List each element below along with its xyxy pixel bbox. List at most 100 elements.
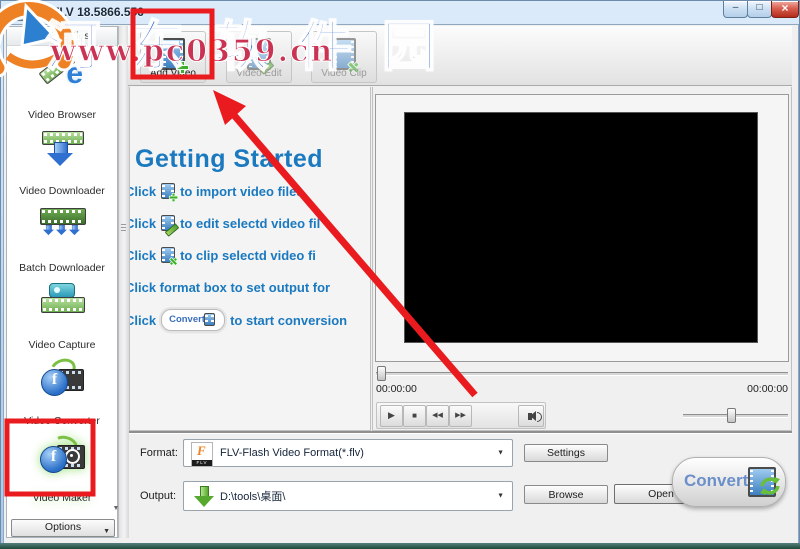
stop-button[interactable]: ■	[403, 405, 426, 427]
flv-format-icon: F FLV	[191, 442, 213, 467]
video-capture-icon	[38, 283, 86, 329]
convert-pill: Convert	[161, 309, 226, 331]
play-button[interactable]: ▶	[380, 405, 403, 427]
sidebar-item-label: Video Converter	[24, 415, 100, 427]
sidebar-item-video-downloader[interactable]: Video Downloader	[7, 129, 117, 199]
sidebar-item-label: Video Downloader	[19, 185, 105, 197]
getting-started-step: Click format box to set output for	[129, 280, 331, 295]
title-bar[interactable]: GetFLV 18.5866.556 – □ ×	[0, 0, 800, 24]
stop-icon: ■	[412, 411, 417, 420]
step-text: Click	[130, 313, 157, 328]
edit-video-icon	[161, 215, 180, 237]
elapsed-time: 00:00:00	[376, 383, 417, 395]
sidebar-item-label: Video Browser	[27, 109, 97, 121]
sidebar-item-batch-downloader[interactable]: Batch Downloader	[7, 206, 117, 276]
format-label: Format:	[140, 447, 178, 459]
clip-video-icon	[161, 247, 176, 263]
sidebar-item-video-maker[interactable]: Video Maker	[7, 432, 117, 506]
maximize-button[interactable]: □	[747, 1, 772, 18]
convert-label: Convert	[684, 471, 749, 490]
getting-started-step: Click to edit selectd video fil	[130, 215, 321, 237]
browse-button[interactable]: Browse	[524, 485, 608, 504]
chevron-down-icon: ▼	[103, 528, 110, 535]
video-browser-icon: e	[38, 51, 86, 99]
flv-icon-text: FLV	[192, 460, 212, 466]
video-clip-button[interactable]: Video Clip	[311, 31, 377, 83]
settings-button[interactable]: Settings	[524, 444, 608, 462]
sidebar-item-video-converter[interactable]: Video Converter	[7, 355, 117, 429]
step-text: Click	[130, 216, 157, 231]
seek-thumb[interactable]	[377, 366, 386, 381]
add-video-label: Add Video	[150, 68, 196, 79]
maximize-icon: □	[756, 2, 763, 13]
toolbar: Add Video Video Edit Video Clip	[128, 26, 792, 86]
video-maker-icon	[38, 432, 86, 482]
add-video-icon	[161, 38, 188, 73]
sidebar-splitter[interactable]	[118, 26, 129, 538]
window-bottom-frame	[0, 543, 800, 549]
video-display	[404, 112, 758, 343]
add-video-button[interactable]: Add Video	[140, 31, 206, 83]
seek-bar[interactable]	[376, 372, 788, 376]
minimize-button[interactable]: –	[723, 1, 748, 18]
step-text: Click format box to set output for	[129, 280, 331, 295]
getting-started-step: Click to clip selectd video fi	[130, 247, 316, 263]
close-button[interactable]: ×	[771, 1, 799, 18]
step-text: to import video files	[180, 184, 304, 199]
convert-film-icon	[204, 313, 216, 326]
output-folder-icon	[194, 486, 214, 508]
playback-controls: ▶ ■ ◀◀ ▶▶	[376, 402, 546, 429]
step-text: Click	[130, 248, 157, 263]
import-video-icon	[161, 183, 178, 202]
bottom-separator	[129, 431, 792, 434]
getting-started-step: Click Convert to start conversion	[130, 309, 348, 331]
window-title: GetFLV 18.5866.556	[32, 5, 144, 19]
sidebar-item-label: Video Capture	[28, 339, 96, 351]
output-label: Output:	[140, 490, 177, 502]
video-converter-icon	[38, 355, 86, 405]
getting-started-panel: Getting Started Click to import video fil…	[129, 87, 371, 431]
sidebar: FLV Utilities e Video Browser Video Down…	[6, 26, 119, 538]
convert-button[interactable]: Convert	[672, 457, 786, 507]
sidebar-item-video-browser[interactable]: e Video Browser	[7, 51, 117, 123]
volume-thumb[interactable]	[727, 408, 736, 423]
sidebar-item-video-capture[interactable]: Video Capture	[7, 283, 117, 353]
sidebar-item-label: Video Maker	[32, 492, 92, 504]
step-text: to edit selectd video fil	[180, 216, 321, 231]
mute-button[interactable]	[518, 405, 544, 427]
next-button[interactable]: ▶▶	[449, 405, 472, 427]
format-value: FLV-Flash Video Format(*.flv)	[220, 447, 364, 459]
batch-downloader-icon	[38, 206, 86, 252]
getting-started-title: Getting Started	[135, 145, 324, 173]
flv-f-glyph: F	[197, 443, 206, 458]
close-icon: ×	[781, 1, 789, 15]
output-dropdown[interactable]: D:\tools\桌面\ ▼	[183, 481, 513, 511]
video-edit-icon	[247, 38, 275, 75]
video-edit-label: Video Edit	[236, 68, 282, 79]
previous-icon: ◀◀	[432, 412, 443, 419]
speaker-icon	[528, 411, 542, 422]
play-icon: ▶	[388, 410, 395, 420]
convert-pill-label: Convert	[169, 314, 205, 325]
step-text: Click	[130, 184, 157, 199]
getting-started-step: Click to import video files	[130, 183, 304, 202]
options-label: Options	[44, 521, 82, 533]
step-text: to start conversion	[230, 313, 348, 328]
video-clip-icon	[332, 38, 356, 70]
refresh-arrows-icon	[760, 477, 780, 495]
options-button[interactable]: Options ▼	[11, 519, 115, 537]
splitter-grip[interactable]	[121, 224, 126, 233]
getflv-window: GetFLV 18.5866.556 – □ × FLV Utilities e…	[0, 0, 800, 549]
sidebar-group-header[interactable]: FLV Utilities	[7, 27, 117, 46]
sidebar-item-label: Batch Downloader	[19, 262, 105, 274]
format-dropdown[interactable]: F FLV FLV-Flash Video Format(*.flv) ▼	[183, 439, 513, 467]
app-icon	[8, 4, 28, 21]
next-icon: ▶▶	[455, 412, 466, 419]
previous-button[interactable]: ◀◀	[426, 405, 449, 427]
chevron-down-icon: ▼	[497, 449, 504, 457]
output-value: D:\tools\桌面\	[220, 491, 286, 503]
video-downloader-icon	[38, 129, 86, 175]
step-text: to clip selectd video fi	[180, 248, 316, 263]
chevron-down-icon: ▼	[497, 492, 504, 500]
video-edit-button[interactable]: Video Edit	[226, 31, 292, 83]
